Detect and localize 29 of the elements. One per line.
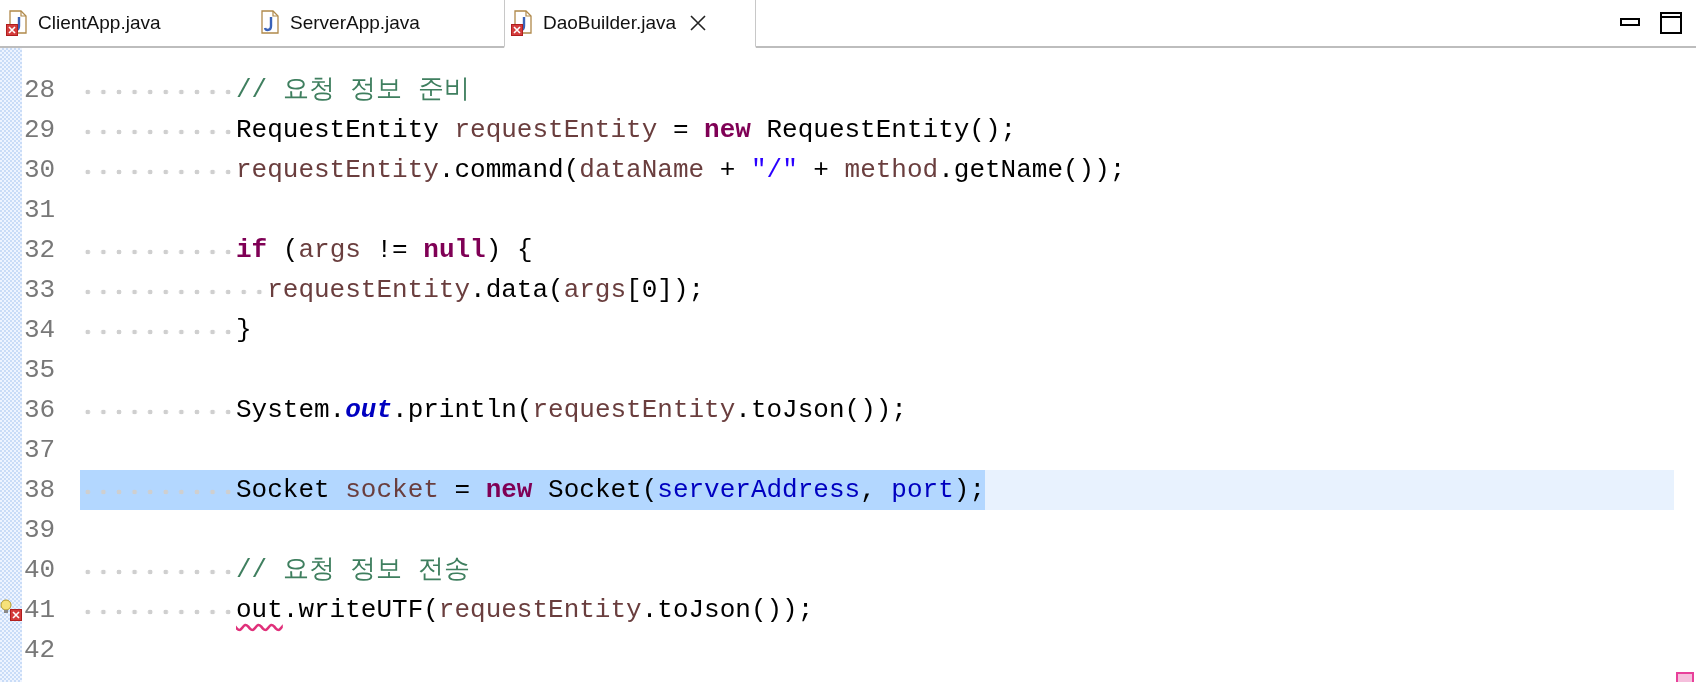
- code-line: }: [80, 310, 252, 350]
- line-number: 37: [23, 434, 57, 467]
- line-number: 30: [23, 154, 57, 187]
- line-number: 35: [23, 354, 57, 387]
- code-line: if (args != null) {: [80, 230, 533, 270]
- code-line: requestEntity.data(args[0]);: [80, 270, 705, 310]
- line-number: 32: [23, 234, 57, 267]
- code-line: System.out.println(requestEntity.toJson());: [80, 390, 907, 430]
- code-line: // 요청 정보 준비: [80, 70, 470, 110]
- line-number: 36: [23, 394, 57, 427]
- line-number: 42: [23, 634, 57, 667]
- line-number: 39: [23, 514, 57, 547]
- code-line: out.writeUTF(requestEntity.toJson());: [80, 590, 814, 630]
- line-number: 33: [23, 274, 57, 307]
- code-line: // 요청 정보 전송: [80, 550, 470, 590]
- line-number: 41: [23, 594, 57, 627]
- editor-tab[interactable]: DaoBuilder.java: [504, 0, 756, 48]
- java-file-icon: [258, 9, 280, 37]
- line-number: 40: [23, 554, 57, 587]
- line-number: 31: [23, 194, 57, 227]
- line-number: 29: [23, 114, 57, 147]
- editor-tab[interactable]: ServerApp.java: [252, 0, 484, 46]
- code-line: RequestEntity requestEntity = new RequestEntity();: [80, 110, 1017, 150]
- close-icon[interactable]: [690, 15, 707, 31]
- editor-tab[interactable]: ClientApp.java: [0, 0, 232, 46]
- line-number: 38: [23, 474, 57, 507]
- line-number: 28: [23, 74, 57, 107]
- code-line: requestEntity.command(dataName + "/" + method.getName());: [80, 150, 1126, 190]
- line-number: 34: [23, 314, 57, 347]
